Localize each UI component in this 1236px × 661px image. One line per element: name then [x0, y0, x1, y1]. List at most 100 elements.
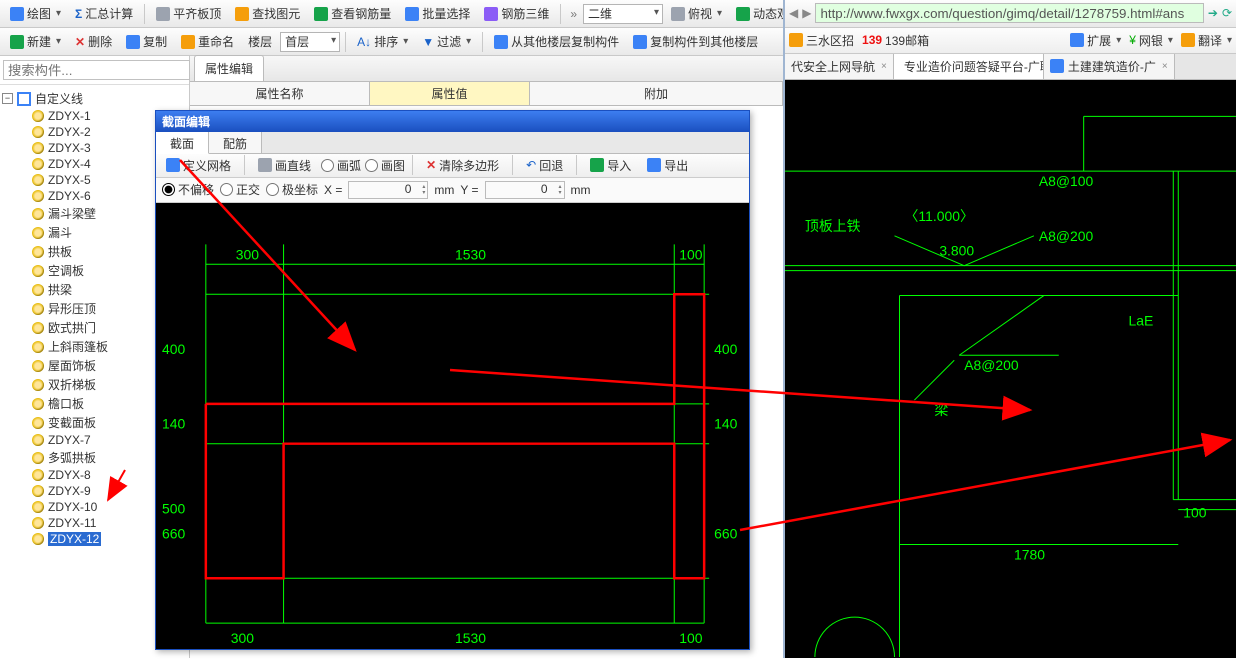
flatten-icon — [156, 7, 170, 21]
browser-tab-3[interactable]: 土建建筑造价-广× — [1044, 54, 1175, 79]
copy-to-floor-button[interactable]: 复制构件到其他楼层 — [627, 30, 764, 53]
bullet-icon — [32, 469, 44, 481]
close-icon[interactable]: × — [1162, 61, 1168, 72]
sort-button[interactable]: A↓排序▾ — [351, 30, 414, 53]
browser-tabs: 代安全上网导航× 专业造价问题答疑平台-广联达× 土建建筑造价-广× — [785, 54, 1236, 80]
go-icon[interactable]: ➔ — [1208, 6, 1218, 20]
floor-button[interactable]: 楼层 — [242, 30, 278, 53]
svg-text:LaE: LaE — [1128, 312, 1153, 328]
y-unit: mm — [571, 183, 591, 197]
tree-item-label: ZDYX-10 — [48, 500, 97, 514]
grid-icon — [166, 158, 180, 172]
rebar-icon — [314, 7, 328, 21]
col-name: 属性名称 — [190, 82, 370, 105]
browser-panel: ◀ ▶ ➔ ⟳ 三水区招 139139邮箱 扩展▾ ¥网银▾ 翻译▾ 代安全上网… — [783, 0, 1236, 658]
section-canvas[interactable]: 300 1530 100 400 140 500 660 400 140 660… — [156, 203, 749, 650]
new-button[interactable]: 新建▾ — [4, 30, 67, 53]
3d-icon — [484, 7, 498, 21]
copy-button[interactable]: 复制 — [120, 30, 173, 53]
cad-viewport[interactable]: 顶板上铁 A8@100 A8@200 A8@200 〈11.000〉 3.800… — [785, 80, 1236, 658]
tree-root[interactable]: − 自定义线 — [2, 89, 187, 108]
tab-rebar[interactable]: 配筋 — [209, 132, 262, 153]
svg-text:660: 660 — [162, 525, 186, 541]
x-input[interactable]: 0 — [348, 181, 428, 199]
no-offset-radio[interactable]: 不偏移 — [162, 181, 214, 198]
url-input[interactable] — [815, 3, 1203, 23]
browser-tab-1[interactable]: 代安全上网导航× — [785, 54, 894, 79]
bullet-icon — [32, 533, 44, 545]
filter-button[interactable]: ▼过滤▾ — [416, 30, 477, 53]
tab-property-edit[interactable]: 属性编辑 — [194, 55, 264, 81]
bullet-icon — [32, 379, 44, 391]
top-view-button[interactable]: 俯视▾ — [665, 2, 728, 25]
bullet-icon — [32, 208, 44, 220]
view-mode-combo[interactable]: 二维 — [583, 4, 663, 24]
tree-item-label: 变截面板 — [48, 414, 96, 431]
floor-combo[interactable]: 首层 — [280, 32, 340, 52]
tree-item-label: 多弧拱板 — [48, 449, 96, 466]
bank-button[interactable]: ¥网银▾ — [1129, 32, 1173, 49]
search-icon — [235, 7, 249, 21]
y-input[interactable]: 0 — [485, 181, 565, 199]
bookmark-2[interactable]: 139139邮箱 — [862, 32, 929, 49]
clear-poly-button[interactable]: ✕清除多边形 — [420, 154, 505, 177]
sum-button[interactable]: Σ 汇总计算 — [69, 2, 139, 25]
polar-radio[interactable]: 极坐标 — [266, 181, 318, 198]
draw-button[interactable]: 绘图▾ — [4, 2, 67, 25]
copy-icon — [126, 35, 140, 49]
bullet-icon — [32, 227, 44, 239]
draw-arc-radio[interactable]: 画弧 — [321, 157, 361, 174]
forward-icon[interactable]: ▶ — [802, 6, 811, 20]
batch-icon — [405, 7, 419, 21]
ext-button[interactable]: 扩展▾ — [1070, 32, 1121, 49]
tree-item-label: ZDYX-9 — [48, 484, 91, 498]
ortho-radio[interactable]: 正交 — [220, 181, 260, 198]
draw-line-button[interactable]: 画直线 — [252, 154, 317, 177]
copy-from-floor-button[interactable]: 从其他楼层复制构件 — [488, 30, 625, 53]
export-icon — [647, 158, 661, 172]
collapse-icon[interactable]: − — [2, 93, 13, 104]
rename-icon — [181, 35, 195, 49]
svg-text:1530: 1530 — [455, 246, 486, 262]
dialog-titlebar[interactable]: 截面编辑 — [156, 111, 749, 132]
rename-button[interactable]: 重命名 — [175, 30, 240, 53]
define-grid-button[interactable]: 定义网格 — [160, 154, 237, 177]
delete-button[interactable]: ✕ 删除 — [69, 30, 118, 53]
rebar-3d-button[interactable]: 钢筋三维 — [478, 2, 555, 25]
bullet-icon — [32, 303, 44, 315]
tree-item-label: 拱板 — [48, 243, 72, 260]
favicon-icon — [1050, 59, 1064, 73]
property-header: 属性名称 属性值 附加 — [190, 82, 783, 106]
back-icon[interactable]: ◀ — [789, 6, 798, 20]
search-input[interactable] — [3, 60, 190, 80]
undo-button[interactable]: ↶回退 — [520, 154, 569, 177]
pencil-icon — [10, 7, 24, 21]
rebar-amount-button[interactable]: 查看钢筋量 — [308, 2, 397, 25]
tab-section[interactable]: 截面 — [156, 132, 209, 154]
batch-select-button[interactable]: 批量选择 — [399, 2, 476, 25]
draw-image-radio[interactable]: 画图 — [365, 157, 405, 174]
svg-text:A8@200: A8@200 — [1039, 227, 1094, 243]
find-button[interactable]: 查找图元 — [229, 2, 306, 25]
import-icon — [590, 158, 604, 172]
export-button[interactable]: 导出 — [641, 154, 694, 177]
x-label: X = — [324, 183, 342, 197]
translate-button[interactable]: 翻译▾ — [1181, 32, 1232, 49]
svg-text:400: 400 — [714, 340, 738, 356]
tree-item-label: 漏斗梁壁 — [48, 205, 96, 222]
svg-text:100: 100 — [679, 630, 703, 646]
import-button[interactable]: 导入 — [584, 154, 637, 177]
tree-item-label: 双折梯板 — [48, 376, 96, 393]
flatten-button[interactable]: 平齐板顶 — [150, 2, 227, 25]
close-icon[interactable]: × — [881, 61, 887, 72]
tree-item-label: 空调板 — [48, 262, 84, 279]
svg-text:660: 660 — [714, 525, 738, 541]
browser-tab-2[interactable]: 专业造价问题答疑平台-广联达× — [894, 54, 1044, 79]
bookmark-1[interactable]: 三水区招 — [789, 32, 854, 49]
y-label: Y = — [460, 183, 478, 197]
refresh-icon[interactable]: ⟳ — [1222, 6, 1232, 20]
x-unit: mm — [434, 183, 454, 197]
svg-text:3.800: 3.800 — [939, 242, 974, 258]
section-editor-dialog: 截面编辑 截面 配筋 定义网格 画直线 画弧 画图 ✕清除多边形 ↶回退 导入 … — [155, 110, 750, 650]
tree-item-label: ZDYX-7 — [48, 433, 91, 447]
